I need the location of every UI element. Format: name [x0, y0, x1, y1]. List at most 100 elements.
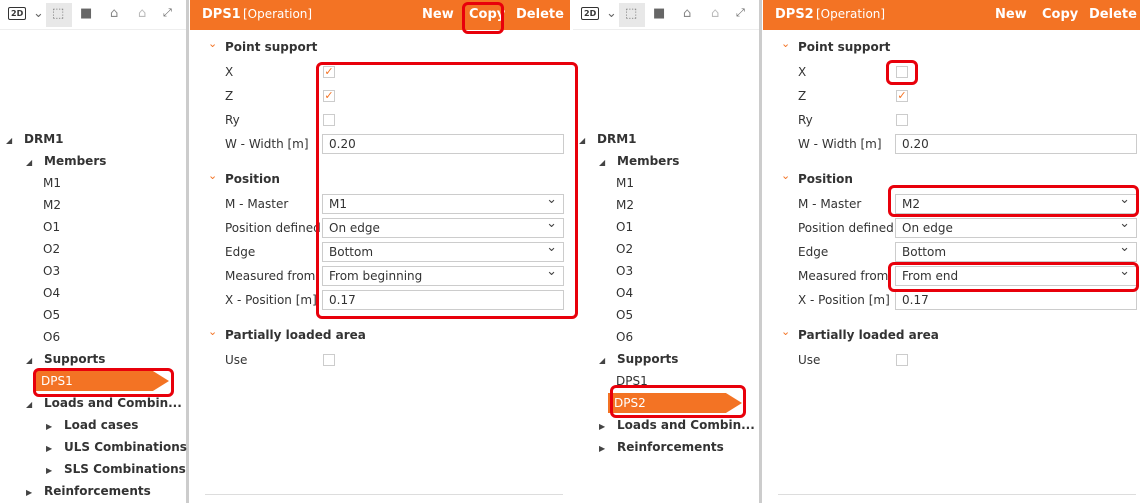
header-bar: DPS2 [Operation] New Copy Delete	[763, 0, 1140, 30]
field-label: X	[225, 65, 234, 79]
fullscreen-icon[interactable]: ⤢	[736, 6, 745, 20]
wireframe-cube-icon[interactable]: ⬚	[619, 3, 645, 27]
tree-item[interactable]: Supports	[44, 352, 105, 366]
section-partially-loaded-area[interactable]: Partially loaded area	[798, 328, 939, 342]
section-chevron-icon[interactable]: ⌄	[781, 169, 790, 182]
section-position[interactable]: Position	[225, 172, 280, 186]
z-checkbox[interactable]: ✓	[896, 90, 908, 102]
tree-item[interactable]: O6	[43, 330, 60, 344]
dropdown-chevron-icon[interactable]: ⌄	[606, 6, 617, 21]
tree-item[interactable]: Supports	[617, 352, 678, 366]
field-label: Ry	[225, 113, 240, 127]
tree-item[interactable]: DRM1	[24, 132, 64, 146]
section-position[interactable]: Position	[798, 172, 853, 186]
mode-2d-button[interactable]: 2D	[8, 7, 27, 20]
view-toolbar: 2D ⌄ ⬚ ■ ⌂ ⌂ ⤢	[0, 0, 188, 30]
section-chevron-icon[interactable]: ⌄	[208, 325, 217, 338]
tree-expanded-arrow-icon[interactable]: ◢	[599, 356, 605, 365]
tree-scrollbar[interactable]	[186, 0, 189, 503]
width-input[interactable]: 0.20	[895, 134, 1137, 154]
section-chevron-icon[interactable]: ⌄	[781, 325, 790, 338]
section-view-icon[interactable]: ⌂	[683, 6, 691, 21]
tree-item[interactable]: O1	[616, 220, 633, 234]
tree-item[interactable]: O4	[616, 286, 633, 300]
highlight-box	[888, 185, 1139, 217]
ry-checkbox[interactable]	[896, 114, 908, 126]
section-view-icon[interactable]: ⌂	[110, 6, 118, 21]
section-chevron-icon[interactable]: ⌄	[208, 37, 217, 50]
tree-expanded-arrow-icon[interactable]: ◢	[26, 400, 32, 409]
tree-item[interactable]: O1	[43, 220, 60, 234]
highlight-box	[316, 62, 578, 319]
mode-2d-button[interactable]: 2D	[581, 7, 600, 20]
tree-item[interactable]: O2	[43, 242, 60, 256]
highlight-box	[33, 368, 174, 397]
position-defined-select[interactable]: On edge	[895, 216, 1137, 238]
panel-1: 2D ⌄ ⬚ ■ ⌂ ⌂ ⤢ DPS1 [Operation] New Copy Delete ◢ DRM…	[0, 0, 578, 503]
tree-item[interactable]: DRM1	[597, 132, 637, 146]
tree-collapsed-arrow-icon[interactable]: ▶	[26, 488, 32, 497]
tree-item[interactable]: O6	[616, 330, 633, 344]
tree-item[interactable]: O2	[616, 242, 633, 256]
section-chevron-icon[interactable]: ⌄	[781, 37, 790, 50]
tree-item[interactable]: Loads and Combin...	[44, 396, 182, 410]
tree-collapsed-arrow-icon[interactable]: ▶	[46, 444, 52, 453]
home-icon[interactable]: ⌂	[711, 6, 719, 21]
wireframe-cube-icon[interactable]: ⬚	[46, 3, 72, 27]
field-label: Ry	[798, 113, 813, 127]
home-icon[interactable]: ⌂	[138, 6, 146, 21]
solid-cube-icon[interactable]: ■	[80, 6, 92, 21]
tree-expanded-arrow-icon[interactable]: ◢	[599, 158, 605, 167]
tree-item[interactable]: O4	[43, 286, 60, 300]
fullscreen-icon[interactable]: ⤢	[163, 6, 172, 20]
tree-item[interactable]: M1	[43, 176, 61, 190]
new-button[interactable]: New	[995, 7, 1027, 22]
tree-expanded-arrow-icon[interactable]: ◢	[6, 136, 12, 145]
use-checkbox[interactable]	[896, 354, 908, 366]
tree-expanded-arrow-icon[interactable]: ◢	[26, 356, 32, 365]
field-label: Use	[798, 353, 821, 367]
tree-item[interactable]: ULS Combinations	[64, 440, 187, 454]
dropdown-chevron-icon[interactable]: ⌄	[33, 6, 44, 21]
delete-button[interactable]: Delete	[516, 7, 564, 22]
tree-item[interactable]: Reinforcements	[617, 440, 724, 454]
tree-item[interactable]: Load cases	[64, 418, 138, 432]
tree-item[interactable]: O3	[43, 264, 60, 278]
section-chevron-icon[interactable]: ⌄	[208, 169, 217, 182]
highlight-box	[888, 262, 1139, 292]
use-checkbox[interactable]	[323, 354, 335, 366]
tree-item[interactable]: O3	[616, 264, 633, 278]
tree-collapsed-arrow-icon[interactable]: ▶	[46, 466, 52, 475]
field-label: Edge	[225, 245, 256, 259]
tree-item[interactable]: SLS Combinations	[64, 462, 186, 476]
tree-item[interactable]: M2	[43, 198, 61, 212]
copy-button[interactable]: Copy	[1042, 7, 1078, 22]
section-partially-loaded-area[interactable]: Partially loaded area	[225, 328, 366, 342]
section-point-support[interactable]: Point support	[798, 40, 890, 54]
x-position-input[interactable]: 0.17	[895, 290, 1137, 310]
tree-collapsed-arrow-icon[interactable]: ▶	[599, 422, 605, 431]
tree-item[interactable]: Loads and Combin...	[617, 418, 755, 432]
tree-item[interactable]: Members	[44, 154, 106, 168]
field-label: W - Width [m]	[225, 137, 309, 151]
tree-item[interactable]: O5	[616, 308, 633, 322]
tree-item[interactable]: M2	[616, 198, 634, 212]
edge-select[interactable]: Bottom	[895, 240, 1137, 262]
tree-collapsed-arrow-icon[interactable]: ▶	[46, 422, 52, 431]
form-bottom-divider	[205, 494, 563, 495]
new-button[interactable]: New	[422, 7, 454, 22]
tree-item[interactable]: M1	[616, 176, 634, 190]
view-toolbar: 2D ⌄ ⬚ ■ ⌂ ⌂ ⤢	[573, 0, 761, 30]
field-label: X	[798, 65, 807, 79]
header-bar: DPS1 [Operation] New Copy Delete	[190, 0, 570, 30]
solid-cube-icon[interactable]: ■	[653, 6, 665, 21]
tree-expanded-arrow-icon[interactable]: ◢	[26, 158, 32, 167]
tree-item[interactable]: O5	[43, 308, 60, 322]
tree-item[interactable]: Reinforcements	[44, 484, 151, 498]
tree-collapsed-arrow-icon[interactable]: ▶	[599, 444, 605, 453]
tree-scrollbar[interactable]	[759, 0, 762, 503]
tree-item[interactable]: Members	[617, 154, 679, 168]
delete-button[interactable]: Delete	[1089, 7, 1137, 22]
tree-expanded-arrow-icon[interactable]: ◢	[579, 136, 585, 145]
section-point-support[interactable]: Point support	[225, 40, 317, 54]
